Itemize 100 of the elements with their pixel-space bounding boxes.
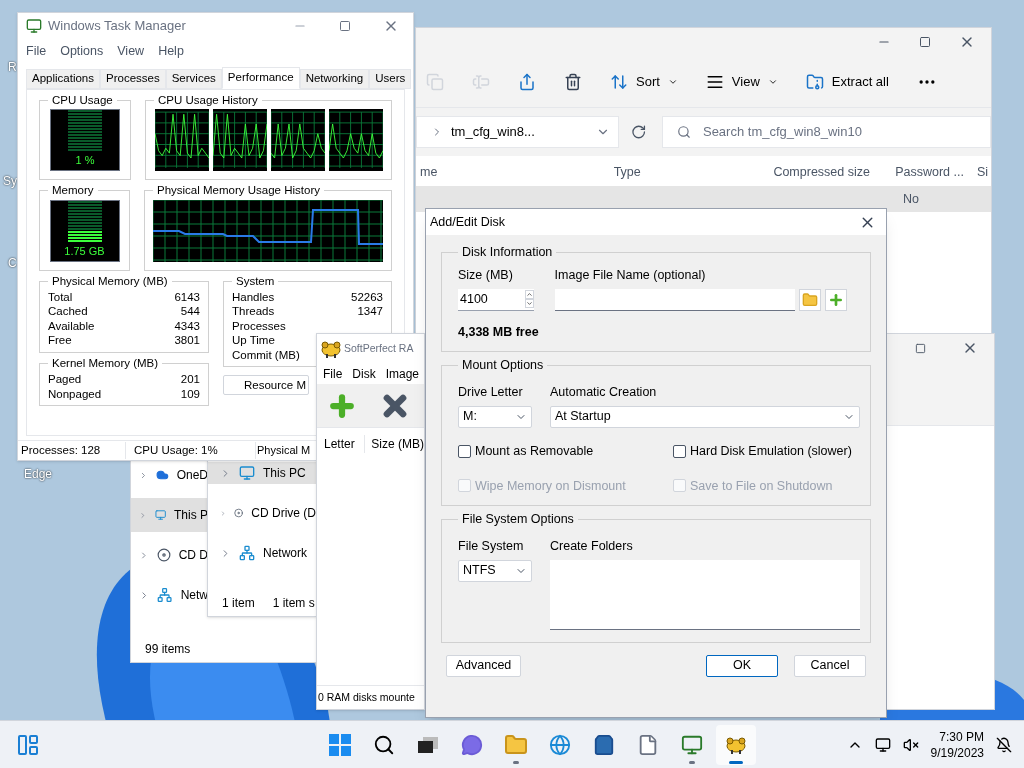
- menu-item[interactable]: Help: [158, 41, 184, 61]
- checkbox[interactable]: [673, 444, 686, 458]
- menu-item[interactable]: Disk: [352, 365, 376, 383]
- share-icon[interactable]: [518, 72, 536, 91]
- network-icon: [239, 545, 255, 561]
- cpu-history-graph: [328, 109, 383, 172]
- group-title: Physical Memory Usage History: [157, 184, 320, 197]
- drive-letter-select[interactable]: M:: [458, 405, 532, 428]
- create-folders-field[interactable]: [550, 559, 860, 630]
- window-title: Windows Task Manager: [48, 17, 186, 36]
- browser-icon[interactable]: [549, 733, 571, 756]
- status-text: 99 items: [145, 641, 191, 658]
- nav-item[interactable]: OneD: [131, 458, 208, 492]
- tab[interactable]: Processes: [100, 69, 166, 89]
- nav-item[interactable]: CD Drive (D: [208, 502, 316, 524]
- free-space-text: 4,338 MB free: [458, 323, 539, 341]
- folder-icon: [805, 72, 824, 91]
- notification-icon[interactable]: [996, 736, 1012, 753]
- status-text: 1 item: [222, 595, 255, 612]
- group-title: Disk Information: [462, 245, 553, 259]
- tab[interactable]: Services: [165, 69, 222, 89]
- trash-icon[interactable]: [564, 72, 582, 91]
- cpu-history-graph: [270, 109, 325, 172]
- sheep-icon[interactable]: [320, 339, 342, 359]
- clock-time[interactable]: 7:30 PM: [939, 728, 984, 745]
- column-header[interactable]: Type: [605, 162, 766, 182]
- stat-label: Nonpaged: [48, 386, 102, 401]
- network-icon[interactable]: [874, 736, 891, 753]
- checkbox[interactable]: [458, 444, 471, 458]
- checkbox-label: Wipe Memory on Dismount: [475, 477, 626, 495]
- stat-value: 1347: [357, 304, 383, 319]
- nav-item[interactable]: Netw: [131, 578, 208, 612]
- tab[interactable]: Networking: [299, 69, 370, 89]
- menu-item[interactable]: File: [26, 41, 47, 61]
- file-system-select[interactable]: NTFS: [458, 559, 532, 582]
- resource-monitor-button[interactable]: Resource M: [223, 375, 309, 396]
- plus-icon: [827, 291, 844, 308]
- group-title: System: [236, 274, 275, 287]
- menu-item[interactable]: Options: [60, 41, 104, 61]
- maximize-icon[interactable]: [915, 342, 926, 354]
- menu-item[interactable]: View: [117, 41, 145, 61]
- size-spinner[interactable]: 4100: [458, 288, 534, 311]
- ok-button[interactable]: OK: [706, 654, 778, 677]
- window-title: Add/Edit Disk: [430, 213, 506, 231]
- automatic-creation-select[interactable]: At Startup: [550, 405, 860, 428]
- maximize-icon[interactable]: [919, 36, 931, 48]
- chat-icon[interactable]: [461, 733, 483, 756]
- cancel-button[interactable]: Cancel: [794, 654, 866, 677]
- nav-item[interactable]: Network: [208, 542, 316, 564]
- stat-label: Paged: [48, 372, 82, 387]
- checkbox-label: Save to File on Shutdown: [690, 477, 833, 495]
- image-file-field[interactable]: [554, 288, 795, 311]
- search-icon[interactable]: [373, 733, 395, 756]
- cpu-history-graph: [212, 109, 267, 172]
- refresh-icon[interactable]: [630, 124, 646, 140]
- widgets-icon[interactable]: [16, 732, 40, 757]
- tab[interactable]: Applications: [26, 69, 100, 89]
- muted-speaker-icon[interactable]: [902, 736, 919, 753]
- nav-item[interactable]: CD D: [131, 538, 208, 572]
- store-icon[interactable]: [593, 733, 615, 756]
- column-header[interactable]: Password ...: [887, 162, 972, 182]
- column-header: Size (MB): [364, 435, 424, 453]
- group-title: Physical Memory (MB): [52, 274, 168, 287]
- group-title: Kernel Memory (MB): [52, 356, 159, 369]
- stat-value: 52263: [351, 289, 383, 305]
- tab[interactable]: Performance: [221, 67, 300, 89]
- column-header[interactable]: Si: [971, 162, 991, 182]
- windows-logo-icon[interactable]: [329, 733, 351, 756]
- nav-item[interactable]: This PC: [208, 462, 316, 484]
- task-view-icon[interactable]: [417, 735, 439, 754]
- network-icon: [157, 587, 173, 603]
- spin-down-icon[interactable]: [525, 299, 534, 308]
- clock-date[interactable]: 9/19/2023: [930, 744, 984, 761]
- sort-button[interactable]: Sort: [610, 71, 678, 92]
- monitor-icon[interactable]: [681, 733, 703, 756]
- maximize-icon[interactable]: [339, 20, 351, 32]
- advanced-button[interactable]: Advanced: [446, 654, 521, 677]
- field-label: File System: [458, 538, 525, 555]
- search-icon: [676, 125, 691, 139]
- spin-up-icon[interactable]: [525, 290, 534, 299]
- address-bar[interactable]: tm_cfg_win8...: [416, 116, 619, 148]
- nav-item[interactable]: This P: [131, 498, 208, 532]
- column-header[interactable]: Compressed size: [765, 162, 888, 182]
- view-button[interactable]: View: [705, 71, 778, 92]
- stat-label: Cached: [48, 304, 88, 319]
- status-text: CPU Usage: 1%: [125, 441, 255, 460]
- menu-item[interactable]: File: [323, 365, 343, 383]
- monitor-icon: [26, 18, 42, 34]
- tab[interactable]: Users: [369, 69, 412, 89]
- group-title: File System Options: [462, 512, 574, 527]
- menu-item[interactable]: Image: [385, 365, 420, 383]
- column-header[interactable]: me: [416, 162, 606, 182]
- ram-app-icon[interactable]: [725, 734, 747, 755]
- disc-drive-icon: [156, 547, 171, 563]
- add-button[interactable]: [824, 288, 847, 311]
- field-label: Drive Letter: [458, 384, 524, 401]
- extract-all-button[interactable]: Extract all: [805, 71, 889, 92]
- cpu-history-graph: [154, 109, 209, 172]
- search-field[interactable]: Search tm_cfg_win8_win10: [661, 116, 991, 148]
- document-icon[interactable]: [637, 733, 659, 756]
